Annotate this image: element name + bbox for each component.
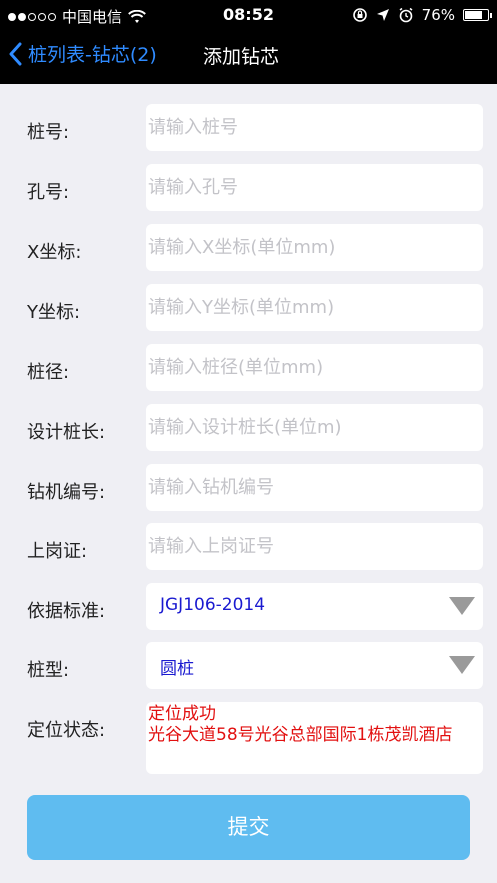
field-label: 设计桩长: bbox=[27, 422, 106, 443]
x-coordinate-row: X坐标: bbox=[0, 224, 497, 284]
certificate-input[interactable] bbox=[146, 523, 483, 570]
location-address: 光谷大道58号光谷总部国际1栋茂凯酒店 bbox=[148, 725, 453, 745]
pile-number-input[interactable] bbox=[146, 104, 483, 151]
field-label: 孔号: bbox=[27, 182, 70, 203]
status-bar: 中国电信 08:52 76% bbox=[0, 0, 497, 30]
x-coordinate-input[interactable] bbox=[146, 224, 483, 271]
drill-number-input[interactable] bbox=[146, 464, 483, 511]
pile-type-row: 桩型: 圆桩 bbox=[0, 642, 497, 702]
standard-row: 依据标准: JGJ106-2014 bbox=[0, 583, 497, 643]
hole-number-row: 孔号: bbox=[0, 164, 497, 224]
y-coordinate-row: Y坐标: bbox=[0, 284, 497, 344]
back-button[interactable]: 桩列表-钻芯(2) bbox=[8, 40, 157, 67]
pile-type-value: 圆桩 bbox=[160, 659, 194, 679]
drill-number-row: 钻机编号: bbox=[0, 464, 497, 524]
field-label: 桩号: bbox=[27, 122, 70, 143]
field-label: X坐标: bbox=[27, 242, 82, 263]
status-icons: 76% bbox=[352, 6, 492, 24]
rotation-lock-icon bbox=[352, 8, 367, 22]
submit-button[interactable]: 提交 bbox=[27, 795, 470, 860]
battery-icon bbox=[463, 9, 492, 21]
field-label: Y坐标: bbox=[27, 302, 81, 323]
pile-type-select[interactable]: 圆桩 bbox=[146, 642, 483, 689]
location-arrow-icon bbox=[376, 9, 389, 21]
field-label: 钻机编号: bbox=[27, 482, 106, 503]
field-label: 桩径: bbox=[27, 362, 70, 383]
y-coordinate-input[interactable] bbox=[146, 284, 483, 331]
dropdown-triangle-icon bbox=[449, 597, 475, 615]
field-label: 依据标准: bbox=[27, 601, 106, 622]
hole-number-input[interactable] bbox=[146, 164, 483, 211]
chevron-left-icon bbox=[9, 42, 22, 65]
pile-diameter-input[interactable] bbox=[146, 344, 483, 391]
field-label: 上岗证: bbox=[27, 541, 88, 562]
design-length-input[interactable] bbox=[146, 404, 483, 451]
pile-number-row: 桩号: bbox=[0, 104, 497, 164]
navigation-bar: 桩列表-钻芯(2) 添加钻芯 bbox=[0, 30, 497, 84]
battery-percent: 76% bbox=[421, 6, 455, 24]
location-row: 定位状态: 定位成功 光谷大道58号光谷总部国际1栋茂凯酒店 bbox=[0, 702, 497, 776]
location-status: 定位成功 bbox=[148, 704, 216, 724]
alarm-icon bbox=[399, 7, 413, 23]
field-label: 定位状态: bbox=[27, 720, 106, 741]
back-label: 桩列表-钻芯(2) bbox=[28, 44, 157, 66]
field-label: 桩型: bbox=[27, 660, 70, 681]
location-status-box: 定位成功 光谷大道58号光谷总部国际1栋茂凯酒店 bbox=[146, 702, 483, 774]
pile-diameter-row: 桩径: bbox=[0, 344, 497, 404]
certificate-row: 上岗证: bbox=[0, 523, 497, 583]
standard-select[interactable]: JGJ106-2014 bbox=[146, 583, 483, 630]
standard-value: JGJ106-2014 bbox=[160, 595, 266, 615]
page-title: 添加钻芯 bbox=[203, 46, 280, 68]
dropdown-triangle-icon bbox=[449, 656, 475, 674]
design-length-row: 设计桩长: bbox=[0, 404, 497, 464]
